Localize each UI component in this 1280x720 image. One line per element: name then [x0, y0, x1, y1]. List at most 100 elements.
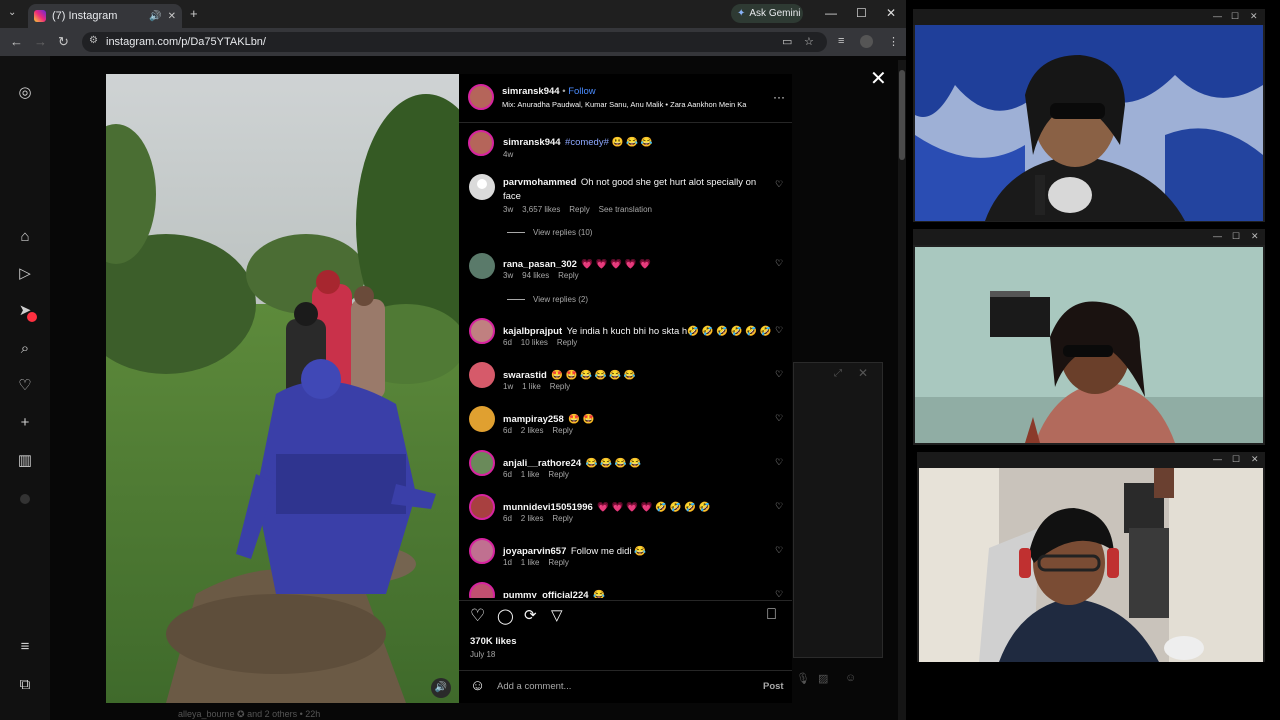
close-icon[interactable]: ✕: [1251, 454, 1259, 465]
caption-username[interactable]: simransk944: [503, 137, 561, 148]
reply-button[interactable]: Reply: [552, 426, 572, 435]
comment-likes[interactable]: 1 like: [521, 558, 540, 567]
reply-button[interactable]: Reply: [548, 558, 568, 567]
close-modal-icon[interactable]: ✕: [870, 66, 887, 91]
comment-avatar[interactable]: [469, 450, 495, 476]
reply-button[interactable]: Reply: [557, 338, 577, 347]
webcam-window-3[interactable]: — ☐ ✕: [917, 452, 1265, 662]
site-info-icon[interactable]: ⚙: [89, 35, 98, 46]
post-photo[interactable]: 🔊: [106, 74, 459, 703]
follow-button[interactable]: Follow: [568, 86, 595, 97]
comment-avatar[interactable]: [469, 538, 495, 564]
post-comment-button[interactable]: Post: [763, 681, 784, 692]
tab-search-icon[interactable]: ⌄: [8, 7, 16, 18]
comment-username[interactable]: pummy_official224: [503, 590, 589, 598]
comment-likes[interactable]: 10 likes: [521, 338, 548, 347]
share-icon[interactable]: ▽: [551, 606, 563, 624]
author-username[interactable]: simransk944: [502, 86, 560, 97]
comment-username[interactable]: mampiray258: [503, 414, 564, 425]
minimize-icon[interactable]: —: [1213, 231, 1222, 241]
comment-username[interactable]: swarastid: [503, 370, 547, 381]
reply-button[interactable]: Reply: [558, 271, 578, 280]
comment-likes[interactable]: 1 like: [521, 470, 540, 479]
page-scroll-thumb[interactable]: [899, 70, 905, 160]
comment-icon[interactable]: ◯: [497, 607, 514, 625]
reply-button[interactable]: Reply: [550, 382, 570, 391]
webcam-window-1[interactable]: — ☐ ✕: [913, 9, 1265, 222]
comment-avatar[interactable]: [469, 318, 495, 344]
profile-icon[interactable]: [20, 494, 30, 504]
close-icon[interactable]: ✕: [1251, 231, 1259, 242]
likes-count[interactable]: 370K likes: [470, 636, 516, 647]
new-tab-icon[interactable]: +: [190, 6, 198, 21]
speaker-icon[interactable]: 🔊: [149, 11, 161, 22]
comment-username[interactable]: munnidevi15051996: [503, 502, 593, 513]
like-comment-icon[interactable]: ♡: [775, 501, 783, 512]
view-replies-button[interactable]: View replies (2): [507, 295, 588, 304]
comment-username[interactable]: joyaparvin657: [503, 546, 566, 557]
minimize-icon[interactable]: —: [1213, 454, 1222, 464]
comment-likes[interactable]: 1 like: [522, 382, 541, 391]
like-comment-icon[interactable]: ♡: [775, 369, 783, 380]
instagram-logo-icon[interactable]: ◎: [16, 84, 34, 102]
also-from-meta-icon[interactable]: ⧉: [16, 676, 34, 694]
reply-button[interactable]: Reply: [569, 205, 589, 214]
close-icon[interactable]: ✕: [1250, 11, 1258, 22]
comment-likes[interactable]: 2 likes: [521, 426, 544, 435]
emoji-icon[interactable]: ☺: [470, 677, 485, 694]
like-comment-icon[interactable]: ♡: [775, 545, 783, 556]
like-comment-icon[interactable]: ♡: [775, 179, 783, 190]
comment-username[interactable]: parvmohammed: [503, 177, 576, 188]
close-window-icon[interactable]: ✕: [886, 6, 896, 20]
minimize-icon[interactable]: —: [1213, 11, 1222, 21]
more-menu-icon[interactable]: ≡: [16, 638, 34, 656]
dashboard-icon[interactable]: ▥: [16, 452, 34, 470]
like-comment-icon[interactable]: ♡: [775, 457, 783, 468]
like-comment-icon[interactable]: ♡: [775, 258, 783, 269]
comment-username[interactable]: rana_pasan_302: [503, 259, 577, 270]
forward-icon[interactable]: →: [34, 34, 47, 49]
like-comment-icon[interactable]: ♡: [775, 589, 783, 598]
tab-instagram[interactable]: (7) Instagram 🔊 ✕: [28, 4, 182, 28]
like-comment-icon[interactable]: ♡: [775, 325, 783, 336]
reply-button[interactable]: Reply: [552, 514, 572, 523]
maximize-icon[interactable]: ☐: [1231, 11, 1239, 22]
bookmark-star-icon[interactable]: ☆: [804, 35, 814, 48]
comment-avatar[interactable]: [469, 406, 495, 432]
like-post-icon[interactable]: ♡: [470, 606, 485, 626]
comment-avatar[interactable]: [469, 494, 495, 520]
caption-avatar[interactable]: [468, 130, 494, 156]
omnibox[interactable]: ⚙ instagram.com/p/Da75YTAKLbn/: [82, 32, 827, 52]
more-options-icon[interactable]: ···: [773, 90, 785, 104]
cast-icon[interactable]: ▭: [782, 35, 792, 48]
home-icon[interactable]: ⌂: [16, 228, 34, 246]
comment-avatar[interactable]: [469, 253, 495, 279]
comment-username[interactable]: anjali__rathore24: [503, 458, 581, 469]
search-icon[interactable]: ⌕: [16, 340, 34, 358]
maximize-icon[interactable]: ☐: [1232, 454, 1240, 465]
ask-gemini-button[interactable]: ✦ Ask Gemini: [731, 4, 803, 23]
caption-text[interactable]: #comedy# 😃 😂 😂: [565, 137, 652, 148]
author-avatar[interactable]: [468, 84, 494, 110]
create-icon[interactable]: +: [16, 414, 34, 432]
reels-icon[interactable]: ▷: [16, 265, 34, 283]
webcam-window-2[interactable]: — ☐ ✕: [913, 229, 1265, 445]
repost-icon[interactable]: ⟳: [524, 606, 537, 624]
comment-likes[interactable]: 3,657 likes: [522, 205, 560, 214]
maximize-icon[interactable]: ☐: [856, 6, 867, 20]
comment-username[interactable]: kajalbprajput: [503, 326, 562, 337]
minimize-icon[interactable]: —: [825, 6, 837, 20]
back-icon[interactable]: ←: [10, 34, 23, 49]
profile-avatar[interactable]: [860, 35, 873, 48]
comment-avatar[interactable]: [469, 174, 495, 200]
audio-track[interactable]: Mix: Anuradha Paudwal, Kumar Sanu, Anu M…: [502, 100, 772, 109]
view-replies-button[interactable]: View replies (10): [507, 228, 592, 237]
see-translation-button[interactable]: See translation: [599, 205, 652, 214]
notifications-heart-icon[interactable]: ♡: [16, 377, 34, 395]
comment-likes[interactable]: 94 likes: [522, 271, 549, 280]
media-icon[interactable]: ≡: [838, 35, 844, 47]
tab-close-icon[interactable]: ✕: [168, 11, 176, 22]
comment-input[interactable]: Add a comment...: [497, 681, 571, 692]
reload-icon[interactable]: ↻: [58, 34, 69, 50]
comment-avatar[interactable]: [469, 582, 495, 598]
